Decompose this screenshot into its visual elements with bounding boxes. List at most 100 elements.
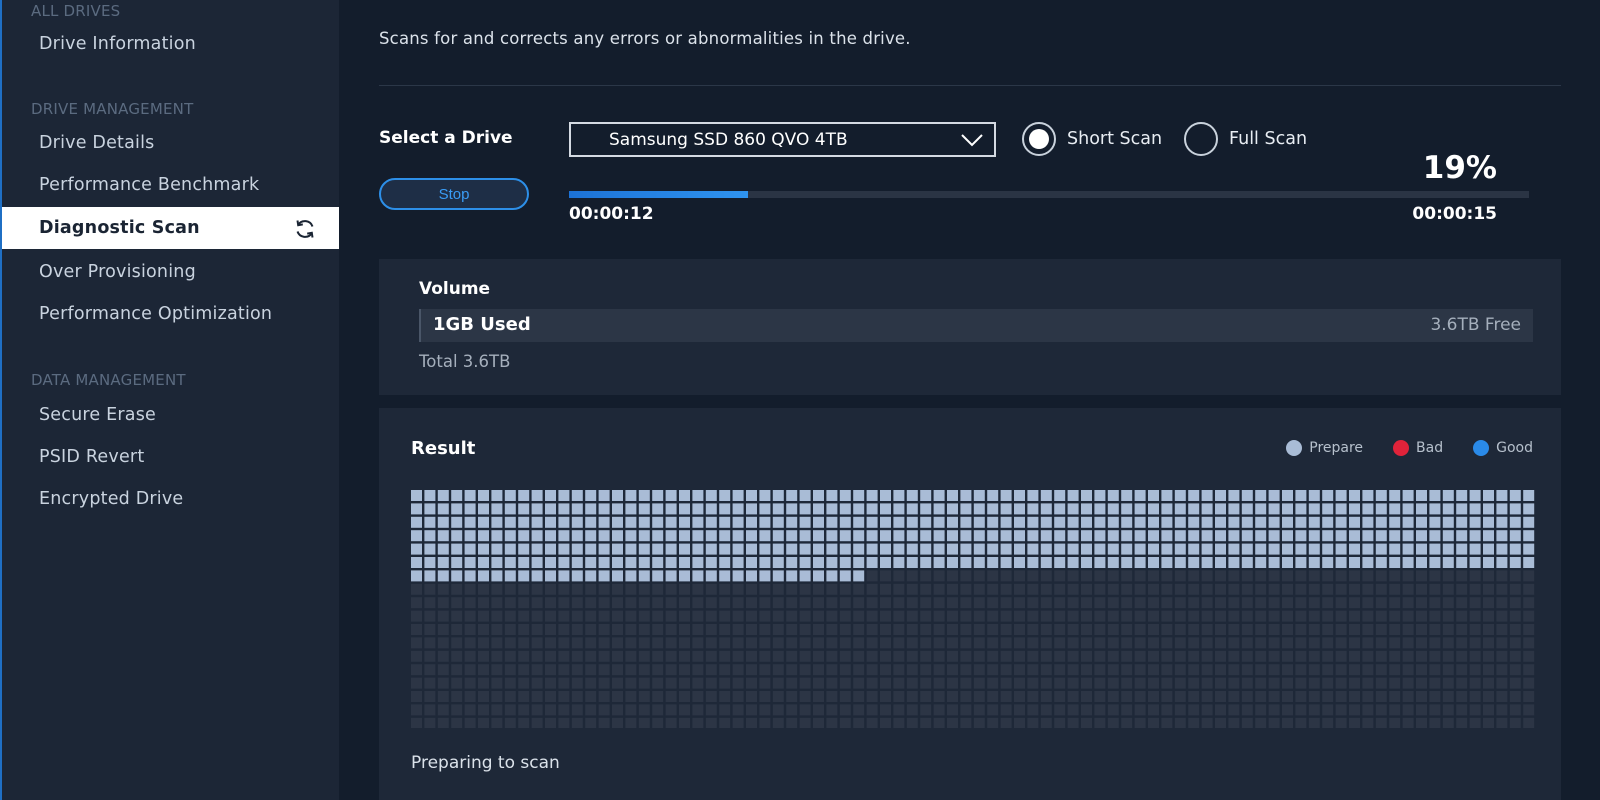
block-prepared bbox=[746, 490, 757, 501]
sidebar-item-drive-information[interactable]: Drive Information bbox=[2, 23, 339, 65]
block-prepared bbox=[1335, 490, 1347, 501]
block-prepared bbox=[1000, 503, 1012, 515]
block-pending bbox=[1523, 610, 1535, 622]
block-pending bbox=[813, 610, 824, 622]
sidebar-item-psid-revert[interactable]: PSID Revert bbox=[2, 436, 339, 478]
block-prepared bbox=[491, 530, 503, 542]
block-prepared bbox=[786, 490, 798, 501]
block-prepared bbox=[1215, 516, 1226, 528]
block-pending bbox=[933, 650, 945, 662]
block-prepared bbox=[1188, 503, 1200, 515]
block-prepared bbox=[1509, 490, 1521, 501]
block-prepared bbox=[1134, 503, 1146, 515]
block-pending bbox=[1161, 704, 1173, 716]
block-prepared bbox=[1456, 490, 1468, 501]
block-pending bbox=[866, 704, 878, 716]
block-prepared bbox=[451, 557, 463, 568]
block-prepared bbox=[1523, 557, 1535, 568]
block-pending bbox=[451, 717, 463, 728]
block-pending bbox=[692, 704, 704, 716]
block-prepared bbox=[1268, 530, 1280, 542]
block-pending bbox=[1496, 597, 1508, 609]
sidebar-item-performance-optimization[interactable]: Performance Optimization bbox=[2, 293, 339, 335]
block-prepared bbox=[880, 516, 891, 528]
block-pending bbox=[906, 677, 918, 689]
block-pending bbox=[1255, 664, 1267, 676]
sidebar-item-encrypted-drive[interactable]: Encrypted Drive bbox=[2, 478, 339, 520]
scan-status: Preparing to scan bbox=[411, 753, 560, 773]
block-prepared bbox=[1215, 543, 1226, 555]
block-pending bbox=[1014, 624, 1025, 635]
block-pending bbox=[1094, 570, 1106, 582]
block-prepared bbox=[1161, 503, 1173, 515]
block-pending bbox=[612, 704, 623, 716]
block-pending bbox=[638, 610, 650, 622]
block-pending bbox=[1081, 691, 1092, 702]
block-pending bbox=[866, 691, 878, 702]
sidebar-item-performance-benchmark[interactable]: Performance Benchmark bbox=[2, 164, 339, 206]
block-prepared bbox=[1241, 543, 1253, 555]
block-pending bbox=[866, 583, 878, 595]
block-pending bbox=[625, 624, 637, 635]
block-pending bbox=[1375, 691, 1387, 702]
block-pending bbox=[679, 583, 690, 595]
sidebar-item-diagnostic-scan[interactable]: Diagnostic Scan bbox=[2, 207, 339, 249]
block-pending bbox=[1014, 637, 1025, 649]
block-pending bbox=[571, 691, 583, 702]
block-prepared bbox=[411, 543, 422, 555]
block-prepared bbox=[1228, 557, 1240, 568]
block-pending bbox=[759, 664, 771, 676]
block-pending bbox=[1188, 717, 1200, 728]
block-prepared bbox=[1255, 543, 1267, 555]
legend-bad: Bad bbox=[1393, 440, 1443, 456]
block-pending bbox=[1107, 650, 1119, 662]
block-pending bbox=[612, 583, 623, 595]
drive-select[interactable]: Samsung SSD 860 QVO 4TB bbox=[569, 122, 996, 157]
block-prepared bbox=[1456, 557, 1468, 568]
block-prepared bbox=[1000, 490, 1012, 501]
block-pending bbox=[679, 624, 690, 635]
block-pending bbox=[558, 650, 570, 662]
block-prepared bbox=[1483, 530, 1494, 542]
block-pending bbox=[1282, 570, 1293, 582]
block-prepared bbox=[705, 503, 717, 515]
block-pending bbox=[585, 704, 597, 716]
full-scan-radio[interactable]: Full Scan bbox=[1184, 122, 1307, 156]
sidebar-item-secure-erase[interactable]: Secure Erase bbox=[2, 394, 339, 436]
block-prepared bbox=[1228, 543, 1240, 555]
block-pending bbox=[1188, 677, 1200, 689]
block-pending bbox=[424, 677, 436, 689]
block-pending bbox=[1496, 650, 1508, 662]
result-panel: Result Prepare Bad Good Preparing to sca… bbox=[379, 408, 1561, 800]
block-pending bbox=[464, 583, 476, 595]
block-prepared bbox=[1067, 543, 1079, 555]
block-pending bbox=[679, 664, 690, 676]
block-prepared bbox=[1375, 543, 1387, 555]
block-pending bbox=[933, 704, 945, 716]
block-pending bbox=[746, 704, 757, 716]
block-pending bbox=[1000, 597, 1012, 609]
block-pending bbox=[571, 704, 583, 716]
block-pending bbox=[558, 691, 570, 702]
legend-good: Good bbox=[1473, 440, 1533, 456]
short-scan-radio[interactable]: Short Scan bbox=[1022, 122, 1162, 156]
block-prepared bbox=[1255, 557, 1267, 568]
block-prepared bbox=[947, 490, 958, 501]
block-pending bbox=[1027, 583, 1039, 595]
block-pending bbox=[786, 637, 798, 649]
block-pending bbox=[531, 664, 543, 676]
block-prepared bbox=[746, 503, 757, 515]
sidebar-item-drive-details[interactable]: Drive Details bbox=[2, 122, 339, 164]
sidebar-item-over-provisioning[interactable]: Over Provisioning bbox=[2, 251, 339, 293]
block-prepared bbox=[625, 503, 637, 515]
block-pending bbox=[987, 704, 999, 716]
stop-button[interactable]: Stop bbox=[379, 178, 529, 210]
radio-selected-icon bbox=[1022, 122, 1056, 156]
block-prepared bbox=[411, 557, 422, 568]
block-pending bbox=[1161, 583, 1173, 595]
block-pending bbox=[571, 717, 583, 728]
block-pending bbox=[1174, 583, 1186, 595]
block-prepared bbox=[826, 570, 838, 582]
block-prepared bbox=[960, 530, 972, 542]
block-prepared bbox=[491, 543, 503, 555]
